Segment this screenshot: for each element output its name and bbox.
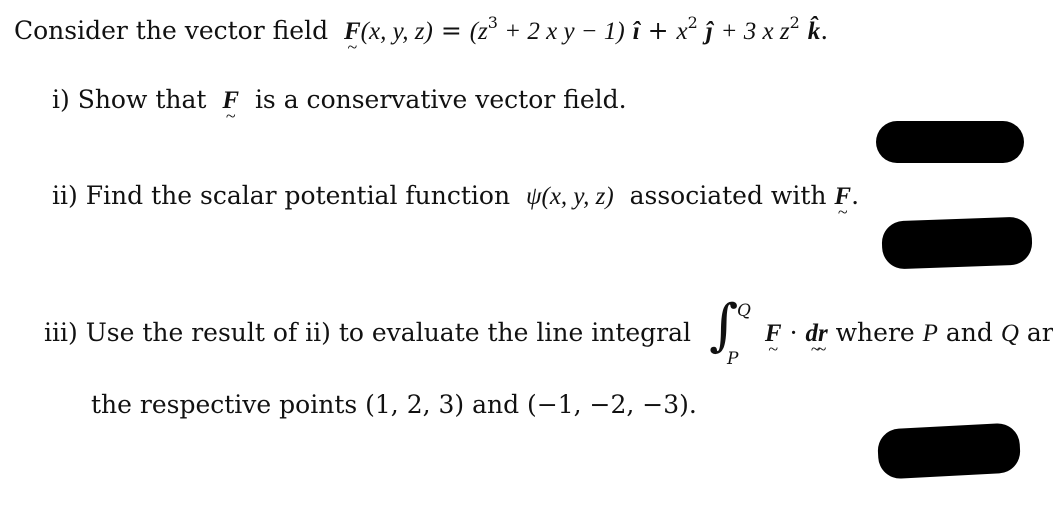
part-i-text-before: Show that [77,85,207,114]
j-exponent: 2 [687,13,698,32]
part-ii-text-after: . [851,181,860,210]
integral-upper-limit: Q [736,300,751,321]
part-ii: ii) Find the scalar potential function ψ… [52,181,859,212]
and-word: and [945,318,993,347]
part-iii-label: iii) [44,318,78,347]
part-iii: iii) Use the result of ii) to evaluate t… [44,297,1053,369]
potential-function: ψ(x, y, z) [525,183,614,210]
k-exponent: 2 [789,13,800,32]
k-component: + 3 x z [720,18,790,45]
redaction-mark-2 [881,216,1033,270]
unit-vector-i: î [632,18,640,45]
redaction-mark-1 [876,121,1024,163]
part-i-text-after: is a conservative vector field. [254,85,627,114]
i-component-open: (z [469,18,488,45]
part-i: i) Show that F is a conservative vector … [52,85,627,116]
points-text: the respective points (1, 2, 3) and (−1,… [91,390,697,419]
integrand-dr: dr [805,319,827,349]
integrand-field: F [765,319,782,349]
integral-lower-limit: P [726,348,739,369]
equals-sign: = [440,16,462,45]
part-iii-text-middle: where [835,318,915,347]
i-exponent: 3 [487,13,498,32]
intro-period: . [820,16,829,45]
part-i-symbol: F [222,86,239,116]
line-integral: ∫ Q P [707,297,751,369]
part-ii-symbol: F [834,182,851,212]
point-p: P [922,320,938,347]
intro-text: Consider the vector field [14,16,329,45]
j-component: x [676,18,688,45]
field-args: (x, y, z) [360,18,433,45]
problem-intro: Consider the vector field F(x, y, z) = (… [14,13,829,47]
i-component-rest: + 2 x y − 1) [497,18,625,45]
part-iii-text-after: are [1026,318,1053,347]
part-iii-continuation: the respective points (1, 2, 3) and (−1,… [91,390,697,420]
dot-operator: · [789,318,798,347]
part-ii-label: ii) [52,181,78,210]
part-ii-text-before: Find the scalar potential function [85,181,511,210]
part-ii-text-middle: associated with [629,181,827,210]
redaction-mark-3 [876,422,1022,480]
point-q: Q [1000,320,1019,347]
plus-sign: + [647,16,669,45]
part-i-label: i) [52,85,70,114]
part-iii-text-before: Use the result of ii) to evaluate the li… [85,318,692,347]
unit-vector-j: ĵ [705,18,713,45]
unit-vector-k: k̂ [807,18,821,45]
vector-field-symbol: F [344,17,361,47]
